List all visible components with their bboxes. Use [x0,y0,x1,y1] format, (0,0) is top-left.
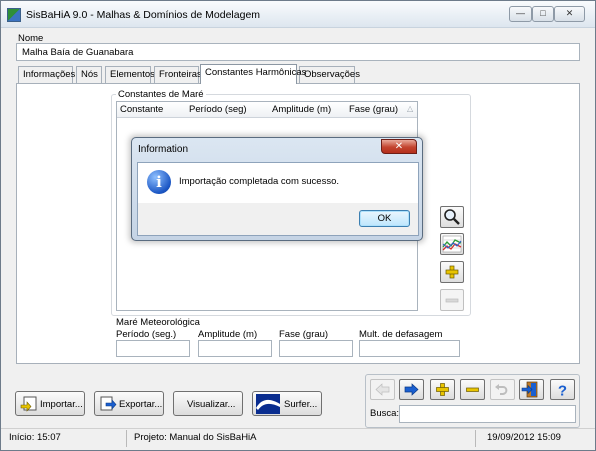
tab-constantes-harmonicas[interactable]: Constantes Harmônicas [200,64,306,84]
magnifier-icon [444,209,460,225]
nav-remove-button[interactable] [460,379,485,400]
column-header-amplitude[interactable]: Amplitude (m) [272,104,331,115]
svg-text:?: ? [558,383,567,400]
visualizar-label: Visualizar... [187,399,236,410]
minus-icon [466,387,479,392]
window-title: SisBaHiA 9.0 - Malhas & Domínios de Mode… [26,9,261,21]
status-inicio: Início: 15:07 [9,432,61,443]
status-projeto: Projeto: Manual do SisBaHiA [134,432,257,443]
tab-informacoes[interactable]: Informações [18,66,75,83]
title-bar: SisBaHiA 9.0 - Malhas & Domínios de Mode… [1,1,595,28]
constantes-group-label: Constantes de Maré [116,89,206,100]
forward-button[interactable] [399,379,424,400]
sort-triangle-icon: △ [407,104,414,113]
visualizar-button[interactable]: Visualizar... [173,391,243,416]
import-icon [20,396,37,412]
help-button[interactable]: ? [550,379,575,400]
column-header-constante[interactable]: Constante [120,104,163,115]
undo-button[interactable] [490,379,515,400]
close-window-button[interactable]: ✕ [554,6,585,22]
column-header-fase[interactable]: Fase (grau) [349,104,398,115]
amplitude-label: Amplitude (m) [198,329,258,340]
exit-door-icon [521,381,538,398]
tab-nos[interactable]: Nós [76,66,102,83]
exportar-button[interactable]: Exportar... [94,391,164,416]
surfer-label: Surfer... [284,399,318,410]
status-divider [475,430,476,447]
plus-icon [436,383,449,396]
surfer-icon [256,394,280,414]
app-icon [7,8,21,22]
undo-icon [495,384,508,395]
amplitude-field[interactable] [198,340,272,357]
main-window: SisBaHiA 9.0 - Malhas & Domínios de Mode… [0,0,596,451]
periodo-label: Período (seg.) [116,329,177,340]
dialog-close-button[interactable]: ✕ [381,139,417,154]
fase-label: Fase (grau) [279,329,329,340]
nome-field[interactable]: Malha Baía de Guanabara [16,43,580,61]
exportar-label: Exportar... [119,399,163,410]
busca-label: Busca: [370,408,400,419]
zoom-button[interactable] [440,206,464,228]
information-icon: i [147,170,171,194]
tab-observacoes[interactable]: Observações [299,66,360,83]
exit-button[interactable] [519,379,544,400]
importar-button[interactable]: Importar... [15,391,85,416]
remove-row-button[interactable] [440,289,464,311]
arrow-left-icon [375,383,390,396]
graph-button[interactable] [440,233,464,255]
tab-elementos[interactable]: Elementos [105,66,155,83]
arrow-right-icon [404,383,419,396]
status-divider [126,430,127,447]
add-row-button[interactable] [440,261,464,283]
chart-icon [442,235,462,253]
tab-fronteiras[interactable]: Fronteiras [154,66,202,83]
importar-label: Importar... [40,399,83,410]
periodo-field[interactable] [116,340,190,357]
fase-field[interactable] [279,340,353,357]
help-icon: ? [558,383,567,400]
column-header-periodo[interactable]: Período (seg) [189,104,247,115]
maximize-button[interactable]: □ [532,6,554,22]
nav-add-button[interactable] [430,379,455,400]
surfer-button[interactable]: Surfer... [252,391,322,416]
mult-defasagem-label: Mult. de defasagem [359,329,443,340]
dialog-message-area: i Importação completada com sucesso. [138,163,418,203]
dialog-body: i Importação completada com sucesso. OK [137,162,419,236]
ok-button[interactable]: OK [359,210,410,227]
meteo-group-label: Maré Meteorológica [116,317,200,328]
back-button[interactable] [370,379,395,400]
constantes-table-header: Constante Período (seg) Amplitude (m) Fa… [117,102,417,118]
plus-icon [445,265,459,279]
export-icon [100,396,117,411]
dialog-message: Importação completada com sucesso. [179,176,339,187]
status-datetime: 19/09/2012 15:09 [487,432,561,443]
busca-dropdown[interactable] [399,405,576,423]
information-dialog: Information ✕ i Importação completada co… [131,137,423,241]
minimize-button[interactable]: — [509,6,532,22]
minus-icon [445,298,459,303]
dialog-title: Information [138,144,189,155]
mult-defasagem-field[interactable] [359,340,460,357]
